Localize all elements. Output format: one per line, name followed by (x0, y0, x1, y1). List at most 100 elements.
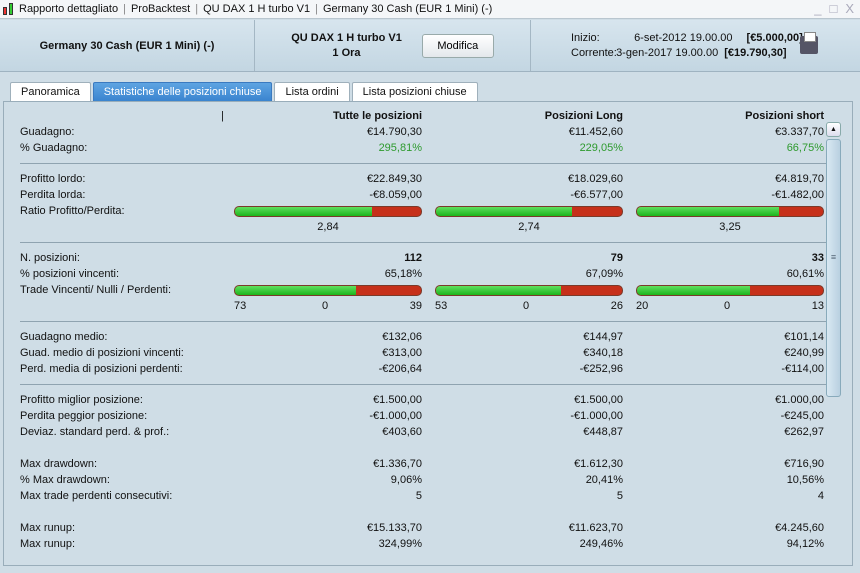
ratio-bar-fill (637, 286, 750, 295)
stat-value: €101,14 (784, 331, 824, 343)
scroll-up-icon[interactable]: ▲ (826, 122, 841, 137)
stat-value: 9,06% (390, 474, 422, 486)
ratio-value: 2,74 (518, 221, 540, 233)
stat-value: 5 (415, 490, 422, 502)
stat-value: €1.000,00 (775, 394, 824, 406)
trade-count: 26 (610, 300, 623, 312)
stat-row: Deviaz. standard perd. & prof.: €403,60 €4… (4, 424, 829, 440)
stat-value: 229,05% (579, 142, 623, 154)
print-icon[interactable] (800, 32, 818, 54)
ratio-bar (636, 285, 824, 296)
row-divider (4, 156, 829, 171)
ratio-bar (636, 206, 824, 217)
trade-count: 39 (409, 300, 422, 312)
stat-label: Max runup: (20, 522, 76, 534)
ratio-bar-fill (235, 286, 357, 295)
stat-value: €132,06 (382, 331, 422, 343)
stat-value: €11.623,70 (568, 522, 623, 534)
stat-value: €448,87 (583, 426, 623, 438)
stat-label: Guadagno: (20, 126, 75, 138)
tab-closed-positions-list[interactable]: Lista posizioni chiuse (351, 82, 478, 101)
title-item: QU DAX 1 H turbo V1 (203, 3, 311, 15)
row-spacer (4, 440, 829, 456)
stat-label: % Max drawdown: (20, 474, 110, 486)
stat-value: -€245,00 (780, 410, 824, 422)
stat-value: -€1.000,00 (570, 410, 623, 422)
title-item: Germany 30 Cash (EUR 1 Mini) (-) (322, 3, 493, 15)
stat-label: % posizioni vincenti: (20, 268, 120, 280)
stat-value: €4.819,70 (775, 173, 824, 185)
column-header-all[interactable]: Tutte le posizioni (242, 108, 422, 124)
close-icon[interactable]: X (845, 1, 854, 16)
trade-count: 20 (636, 300, 649, 312)
stat-value: 295,81% (378, 142, 422, 154)
stat-value: €1.500,00 (373, 394, 422, 406)
stat-value: 4 (817, 490, 824, 502)
stat-value: €3.337,70 (775, 126, 824, 138)
stat-value: 249,46% (579, 538, 623, 550)
edit-button[interactable]: Modifica (421, 33, 494, 58)
column-headers: | Tutte le posizioni Posizioni Long Posi… (4, 108, 829, 124)
stat-value: 10,56% (786, 474, 824, 486)
title-item: ProBacktest (130, 3, 191, 15)
trade-count: 0 (523, 300, 530, 312)
stat-value: 65,18% (384, 268, 422, 280)
vertical-scrollbar[interactable]: ▲ ≡ (826, 122, 841, 562)
stat-label: Max trade perdenti consecutivi: (20, 490, 173, 502)
row-divider (4, 235, 829, 250)
scrollbar-thumb[interactable]: ≡ (826, 139, 841, 397)
stat-label: Max drawdown: (20, 458, 98, 470)
stat-value: €22.849,30 (366, 173, 422, 185)
tab-closed-positions-stats[interactable]: Statistiche delle posizioni chiuse (92, 82, 273, 101)
stat-value: €262,97 (784, 426, 824, 438)
stat-label: % Guadagno: (20, 142, 88, 154)
stat-row: % Max drawdown: 9,06% 20,41% 10,56% (4, 472, 829, 488)
stat-value: €1.336,70 (373, 458, 422, 470)
stat-value: 79 (610, 252, 623, 264)
current-label: Corrente: (571, 46, 617, 59)
ratio-value: 3,25 (719, 221, 741, 233)
stat-value: €4.245,60 (775, 522, 824, 534)
app-logo-icon (2, 2, 16, 16)
stat-row: Max runup: €15.133,70 €11.623,70 €4.245,60 (4, 520, 829, 536)
trade-count: 73 (234, 300, 247, 312)
row-divider (4, 377, 829, 392)
row-divider (4, 314, 829, 329)
stat-row: Profitto lordo: €22.849,30 €18.029,60 €4.81… (4, 171, 829, 187)
stat-label: Trade Vincenti/ Nulli / Perdenti: (20, 284, 172, 296)
column-divider[interactable]: | (221, 108, 224, 124)
stat-value: -€1.482,00 (771, 189, 824, 201)
stat-value: -€252,96 (579, 363, 623, 375)
stat-row: N. posizioni: 112 79 33 (4, 250, 829, 266)
stat-value: €1.612,30 (574, 458, 623, 470)
stat-value: 60,61% (786, 268, 824, 280)
stat-value: €15.133,70 (366, 522, 422, 534)
stat-label: Perdita lorda: (20, 189, 86, 201)
trade-count: 53 (435, 300, 448, 312)
ratio-bar (234, 206, 422, 217)
stat-row: 2,84 2,74 3,25 (4, 219, 829, 235)
column-header-short[interactable]: Posizioni short (644, 108, 824, 124)
minimize-icon[interactable]: _ (814, 1, 821, 16)
stat-value: €18.029,60 (567, 173, 623, 185)
stat-value: 66,75% (786, 142, 824, 154)
stat-value: -€1.000,00 (369, 410, 422, 422)
stat-label: Perd. media di posizioni perdenti: (20, 363, 183, 375)
stat-row: Max runup: 324,99% 249,46% 94,12% (4, 536, 829, 552)
stat-value: -€6.577,00 (570, 189, 623, 201)
tab-bar: Panoramica Statistiche delle posizioni c… (10, 82, 478, 101)
maximize-icon[interactable]: □ (829, 1, 837, 16)
start-label: Inizio: (571, 31, 600, 44)
stat-row: Perd. media di posizioni perdenti: -€206,… (4, 361, 829, 377)
stat-label: Deviaz. standard perd. & prof.: (20, 426, 170, 438)
stat-value: €716,90 (784, 458, 824, 470)
trade-count: 0 (322, 300, 329, 312)
stat-label: Profitto lordo: (20, 173, 86, 185)
stat-label: Profitto miglior posizione: (20, 394, 143, 406)
tab-overview[interactable]: Panoramica (10, 82, 91, 101)
column-header-long[interactable]: Posizioni Long (443, 108, 623, 124)
stat-row: Max trade perdenti consecutivi: 5 5 4 (4, 488, 829, 504)
report-header: Germany 30 Cash (EUR 1 Mini) (-) QU DAX … (0, 20, 860, 72)
stat-value: -€206,64 (378, 363, 422, 375)
tab-order-list[interactable]: Lista ordini (274, 82, 350, 101)
